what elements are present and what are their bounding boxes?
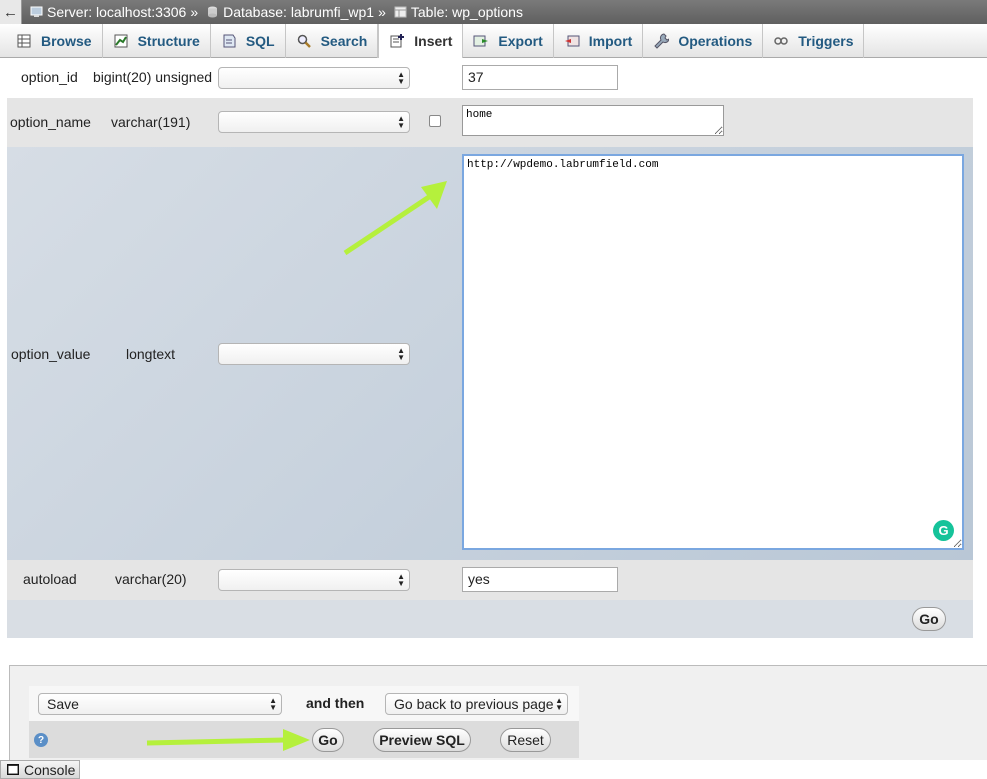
select-arrows-icon: ▲ ▼ (397, 346, 405, 362)
tab-sql[interactable]: SQL (211, 24, 286, 58)
tab-label: Import (588, 33, 633, 49)
value-textarea[interactable]: http://wpdemo.labrumfield.com (462, 154, 964, 550)
after-insert-select[interactable]: Go back to previous page ▲ ▼ (385, 693, 568, 715)
breadcrumb-separator: » (190, 4, 199, 20)
select-arrows-icon: ▲ ▼ (397, 572, 405, 588)
back-arrow-icon[interactable]: ← (0, 0, 22, 24)
footer-go-button[interactable]: Go (312, 728, 344, 752)
preview-sql-button[interactable]: Preview SQL (373, 728, 471, 752)
breadcrumb-database-label: Database: labrumfi_wp1 (223, 4, 375, 20)
function-select[interactable]: ▲ ▼ (218, 67, 410, 89)
tab-triggers[interactable]: Triggers (763, 24, 865, 58)
reset-button[interactable]: Reset (500, 728, 551, 752)
after-insert-select-value: Go back to previous page (394, 696, 554, 712)
console-tab[interactable]: Console (0, 760, 80, 779)
grammarly-icon[interactable]: G (933, 520, 954, 541)
select-arrows-icon: ▲ ▼ (397, 70, 405, 86)
console-icon (7, 764, 19, 775)
value-textarea[interactable]: home (462, 105, 724, 136)
breadcrumb-server[interactable]: Server: localhost:3306 (30, 4, 186, 20)
field-row-option-name: option_name varchar(191) ▲ ▼ home (7, 98, 973, 147)
value-input[interactable]: yes (462, 567, 618, 592)
tab-operations[interactable]: Operations (643, 24, 764, 58)
tab-structure[interactable]: Structure (103, 24, 211, 58)
breadcrumb-database[interactable]: Database: labrumfi_wp1 (206, 4, 374, 20)
breadcrumb-server-label: Server: localhost:3306 (47, 4, 187, 20)
breadcrumb-table-label: Table: wp_options (410, 4, 523, 20)
help-icon[interactable]: ? (34, 733, 48, 747)
tab-label: Search (320, 33, 368, 49)
field-name: autoload (23, 571, 77, 587)
operations-icon (654, 33, 670, 49)
server-icon (30, 6, 43, 17)
breadcrumb-separator: » (378, 4, 386, 20)
annotation-arrow-icon (146, 729, 310, 751)
function-select[interactable]: ▲ ▼ (218, 569, 410, 591)
import-icon (564, 35, 580, 47)
tab-browse[interactable]: Browse (6, 24, 103, 58)
field-type: varchar(20) (115, 571, 187, 587)
null-checkbox[interactable] (429, 115, 441, 127)
field-row-option-value: option_value longtext ▲ ▼ http://wpdemo.l… (7, 147, 973, 560)
footer-buttons-row: ? Go Preview SQL Reset (29, 721, 579, 758)
field-type: bigint(20) unsigned (93, 69, 213, 85)
function-select[interactable]: ▲ ▼ (218, 111, 410, 133)
tab-label: SQL (245, 33, 275, 49)
browse-icon (17, 34, 31, 48)
tab-label: Triggers (798, 33, 854, 49)
select-arrows-icon: ▲ ▼ (269, 696, 277, 712)
and-then-label: and then (306, 695, 365, 711)
tab-export[interactable]: Export (463, 24, 554, 58)
field-row-autoload: autoload varchar(20) ▲ ▼ yes (7, 560, 973, 600)
field-type: varchar(191) (111, 114, 191, 130)
console-label: Console (24, 761, 76, 778)
tab-label: Export (498, 33, 543, 49)
field-row-option-id: option_id bigint(20) unsigned ▲ ▼ 37 (7, 58, 973, 98)
tab-label: Operations (678, 33, 753, 49)
tab-bar: Browse Structure SQL Search Insert Expor… (0, 24, 987, 58)
form-go-button[interactable]: Go (912, 607, 946, 631)
tab-label: Insert (414, 33, 453, 49)
footer-options-row: Save ▲ ▼ and then Go back to previous pag… (29, 686, 579, 721)
triggers-icon (774, 37, 788, 45)
insert-icon (390, 34, 405, 48)
field-name: option_name (10, 114, 91, 130)
select-arrows-icon: ▲ ▼ (555, 696, 563, 712)
export-icon (473, 35, 489, 47)
structure-icon (114, 34, 128, 48)
top-breadcrumb-bar: ← Server: localhost:3306 » Database: lab… (0, 0, 987, 24)
sql-icon (223, 34, 236, 48)
annotation-arrow-icon (343, 181, 447, 256)
value-input[interactable]: 37 (462, 65, 618, 90)
tab-import[interactable]: Import (554, 24, 644, 58)
form-go-row: Go (7, 600, 973, 638)
tab-insert[interactable]: Insert (378, 24, 464, 58)
database-icon (208, 6, 218, 18)
action-select[interactable]: Save ▲ ▼ (38, 693, 282, 715)
field-name: option_id (21, 69, 78, 85)
tab-search[interactable]: Search (286, 24, 379, 58)
search-icon (297, 34, 311, 48)
tab-label: Browse (41, 33, 92, 49)
tab-label: Structure (137, 33, 200, 49)
action-select-value: Save (47, 696, 79, 712)
field-type: longtext (126, 346, 176, 362)
breadcrumb-table[interactable]: Table: wp_options (394, 4, 523, 20)
table-icon (394, 6, 407, 18)
field-name: option_value (11, 346, 91, 362)
select-arrows-icon: ▲ ▼ (397, 114, 405, 130)
function-select[interactable]: ▲ ▼ (218, 343, 410, 365)
